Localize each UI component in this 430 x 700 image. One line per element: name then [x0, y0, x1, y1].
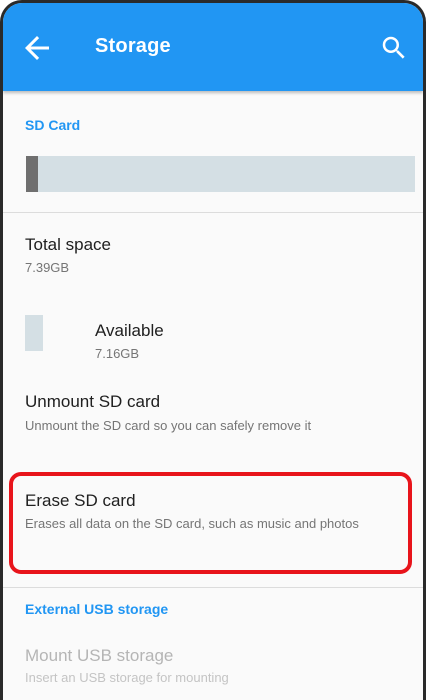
mount-usb-storage-item: Mount USB storage Insert an USB storage … — [3, 636, 423, 696]
arrow-back-icon[interactable] — [19, 30, 55, 66]
sd-card-section-header: SD Card — [25, 117, 81, 133]
unmount-sd-card-summary: Unmount the SD card so you can safely re… — [25, 418, 312, 433]
sd-card-used-fill — [26, 156, 39, 192]
mount-usb-storage-title: Mount USB storage — [25, 646, 174, 665]
settings-content: SD Card Total space 7.39GB Available 7.1… — [3, 91, 423, 700]
total-space-value: 7.39GB — [25, 260, 70, 275]
available-color-swatch — [25, 315, 43, 351]
unmount-sd-card-title: Unmount SD card — [25, 392, 161, 411]
available-label: Available — [95, 321, 164, 340]
usb-section-header: External USB storage — [25, 601, 169, 617]
sd-card-usage-bar — [26, 156, 415, 192]
phone-frame: Storage SD Card Total space 7.39GB Avail… — [0, 0, 426, 700]
erase-sd-card-title: Erase SD card — [25, 491, 136, 510]
unmount-sd-card-item[interactable]: Unmount SD card Unmount the SD card so y… — [3, 377, 423, 457]
divider — [3, 587, 423, 588]
available-value: 7.16GB — [95, 346, 140, 361]
app-bar: Storage — [3, 3, 423, 91]
erase-sd-card-item[interactable]: Erase SD card Erases all data on the SD … — [3, 474, 423, 570]
total-space-label: Total space — [25, 235, 111, 254]
divider — [3, 212, 423, 213]
page-title: Storage — [95, 35, 171, 57]
search-icon[interactable] — [379, 33, 409, 63]
erase-sd-card-summary: Erases all data on the SD card, such as … — [25, 516, 359, 531]
